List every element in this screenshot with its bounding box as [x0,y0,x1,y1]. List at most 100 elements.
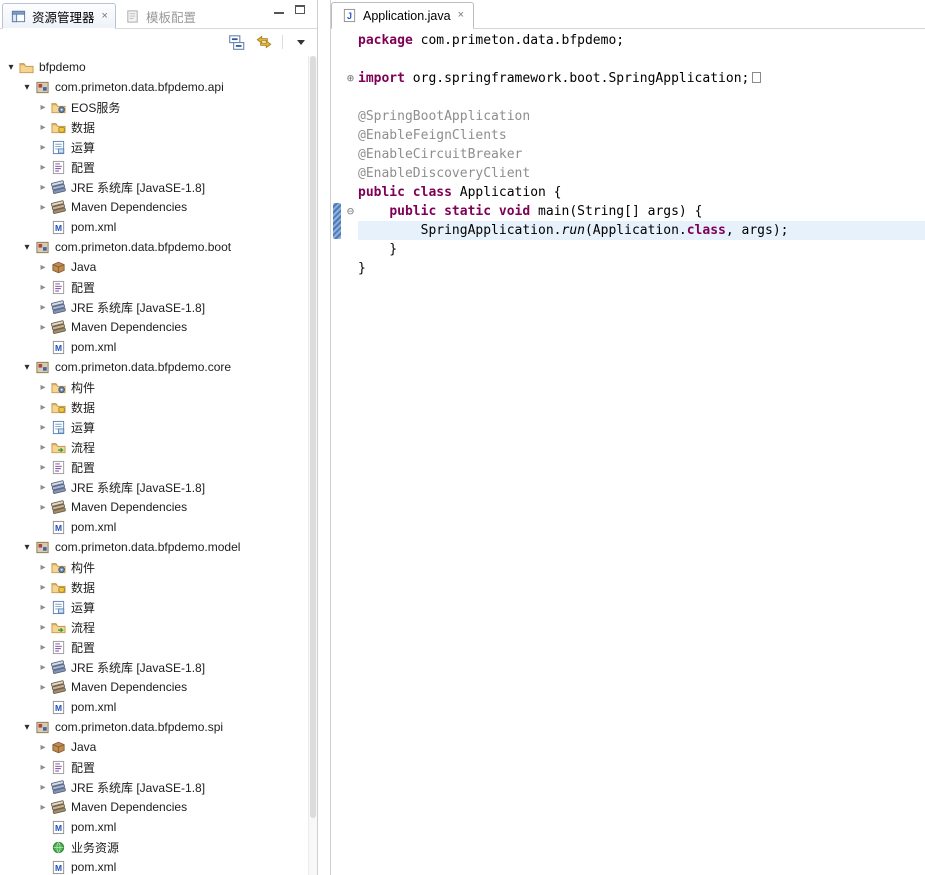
minimize-icon[interactable] [274,1,284,19]
tree-item[interactable]: ▾bfpdemo [0,57,317,77]
chevron-expanded-icon[interactable]: ▾ [4,62,18,73]
chevron-collapsed-icon[interactable]: ▸ [36,142,50,153]
tree-item[interactable]: Mpom.xml [0,217,317,237]
chevron-collapsed-icon[interactable]: ▸ [36,262,50,273]
tree-item[interactable]: ▸配置 [0,757,317,777]
chevron-collapsed-icon[interactable]: ▸ [36,202,50,213]
chevron-collapsed-icon[interactable]: ▸ [36,582,50,593]
tree-item[interactable]: Mpom.xml [0,337,317,357]
tree-item[interactable]: ▸配置 [0,277,317,297]
tree-scrollbar[interactable] [308,56,317,875]
tree-item[interactable]: ▾com.primeton.data.bfpdemo.model [0,537,317,557]
tree-item[interactable]: ▾com.primeton.data.bfpdemo.api [0,77,317,97]
pom-icon: M [50,699,67,715]
maximize-icon[interactable] [295,1,305,19]
chevron-collapsed-icon[interactable]: ▸ [36,322,50,333]
tree-item[interactable]: ▸Java [0,257,317,277]
annotation-cell [331,259,343,278]
tree-item[interactable]: ▾com.primeton.data.bfpdemo.spi [0,717,317,737]
code-editor[interactable]: package com.primeton.data.bfpdemo;⊕impor… [331,29,925,875]
tree-item[interactable]: ▸JRE 系统库 [JavaSE-1.8] [0,657,317,677]
link-with-editor-icon[interactable] [255,33,273,51]
chevron-collapsed-icon[interactable]: ▸ [36,102,50,113]
tree-item[interactable]: ▸EOS服务 [0,97,317,117]
tab-application-java[interactable]: J Application.java × [331,2,474,29]
tree-item[interactable]: ▸数据 [0,117,317,137]
tree-item[interactable]: ▸数据 [0,397,317,417]
tree-item[interactable]: ▸JRE 系统库 [JavaSE-1.8] [0,777,317,797]
tree-item[interactable]: ▸数据 [0,577,317,597]
chevron-collapsed-icon[interactable]: ▸ [36,762,50,773]
tree-item[interactable]: ▸流程 [0,437,317,457]
chevron-collapsed-icon[interactable]: ▸ [36,642,50,653]
tab-template-config[interactable]: 模板配置 [116,3,204,29]
tree-item[interactable]: Mpom.xml [0,697,317,717]
chevron-collapsed-icon[interactable]: ▸ [36,302,50,313]
tree-item[interactable]: ▸Maven Dependencies [0,317,317,337]
chevron-collapsed-icon[interactable]: ▸ [36,122,50,133]
tree-item[interactable]: ▸配置 [0,457,317,477]
collapse-all-icon[interactable] [228,33,246,51]
chevron-expanded-icon[interactable]: ▾ [20,722,34,733]
panel-sash[interactable] [318,0,330,875]
tree-item[interactable]: ▸配置 [0,157,317,177]
chevron-collapsed-icon[interactable]: ▸ [36,282,50,293]
tree-item[interactable]: ▸配置 [0,637,317,657]
tree-item[interactable]: ▸构件 [0,557,317,577]
chevron-expanded-icon[interactable]: ▾ [20,362,34,373]
scrollbar-thumb[interactable] [310,56,316,818]
tree-item[interactable]: ▸Java [0,737,317,757]
tree-item[interactable]: ▸Maven Dependencies [0,677,317,697]
close-icon[interactable]: × [102,11,108,22]
tree-item[interactable]: ▸运算 [0,417,317,437]
chevron-collapsed-icon[interactable]: ▸ [36,502,50,513]
tree-item[interactable]: Mpom.xml [0,517,317,537]
chevron-collapsed-icon[interactable]: ▸ [36,602,50,613]
tab-resource-explorer[interactable]: 资源管理器 × [2,3,116,29]
tree-item[interactable]: ▸Maven Dependencies [0,797,317,817]
chevron-collapsed-icon[interactable]: ▸ [36,782,50,793]
chevron-expanded-icon[interactable]: ▾ [20,82,34,93]
svg-text:M: M [55,522,62,532]
close-icon[interactable]: × [458,10,464,21]
tree-item[interactable]: ▸运算 [0,597,317,617]
tree-item[interactable]: ▸流程 [0,617,317,637]
chevron-collapsed-icon[interactable]: ▸ [36,482,50,493]
tree-item[interactable]: 业务资源 [0,837,317,857]
tree-item[interactable]: ▸JRE 系统库 [JavaSE-1.8] [0,177,317,197]
chevron-expanded-icon[interactable]: ▾ [20,542,34,553]
chevron-collapsed-icon[interactable]: ▸ [36,562,50,573]
chevron-expanded-icon[interactable]: ▾ [20,242,34,253]
tree-item[interactable]: ▾com.primeton.data.bfpdemo.boot [0,237,317,257]
tree-item[interactable]: ▸运算 [0,137,317,157]
fold-minus-icon[interactable]: ⊖ [343,202,358,221]
chevron-collapsed-icon[interactable]: ▸ [36,662,50,673]
tree-item[interactable]: ▾com.primeton.data.bfpdemo.core [0,357,317,377]
fold-plus-icon[interactable]: ⊕ [343,69,358,88]
chevron-collapsed-icon[interactable]: ▸ [36,682,50,693]
chevron-collapsed-icon[interactable]: ▸ [36,402,50,413]
folded-region-indicator[interactable] [752,72,761,83]
tree-item[interactable]: ▸JRE 系统库 [JavaSE-1.8] [0,477,317,497]
chevron-collapsed-icon[interactable]: ▸ [36,462,50,473]
chevron-collapsed-icon[interactable]: ▸ [36,622,50,633]
tree-item[interactable]: ▸JRE 系统库 [JavaSE-1.8] [0,297,317,317]
chevron-collapsed-icon[interactable]: ▸ [36,382,50,393]
tree-item[interactable]: ▸构件 [0,377,317,397]
chevron-collapsed-icon[interactable]: ▸ [36,422,50,433]
tab-label: 资源管理器 [32,7,95,26]
chevron-collapsed-icon[interactable]: ▸ [36,742,50,753]
tree-item-label: pom.xml [71,220,116,234]
tree-item[interactable]: ▸Maven Dependencies [0,197,317,217]
chevron-collapsed-icon[interactable]: ▸ [36,802,50,813]
editor-tab-bar: J Application.java × [331,0,925,29]
project-tree[interactable]: ▾bfpdemo▾com.primeton.data.bfpdemo.api▸E… [0,55,317,875]
tree-item[interactable]: Mpom.xml [0,817,317,837]
chevron-collapsed-icon[interactable]: ▸ [36,182,50,193]
view-menu-icon[interactable] [292,33,310,51]
chevron-collapsed-icon[interactable]: ▸ [36,162,50,173]
tree-item-label: pom.xml [71,520,116,534]
tree-item[interactable]: ▸Maven Dependencies [0,497,317,517]
chevron-collapsed-icon[interactable]: ▸ [36,442,50,453]
tree-item[interactable]: Mpom.xml [0,857,317,875]
